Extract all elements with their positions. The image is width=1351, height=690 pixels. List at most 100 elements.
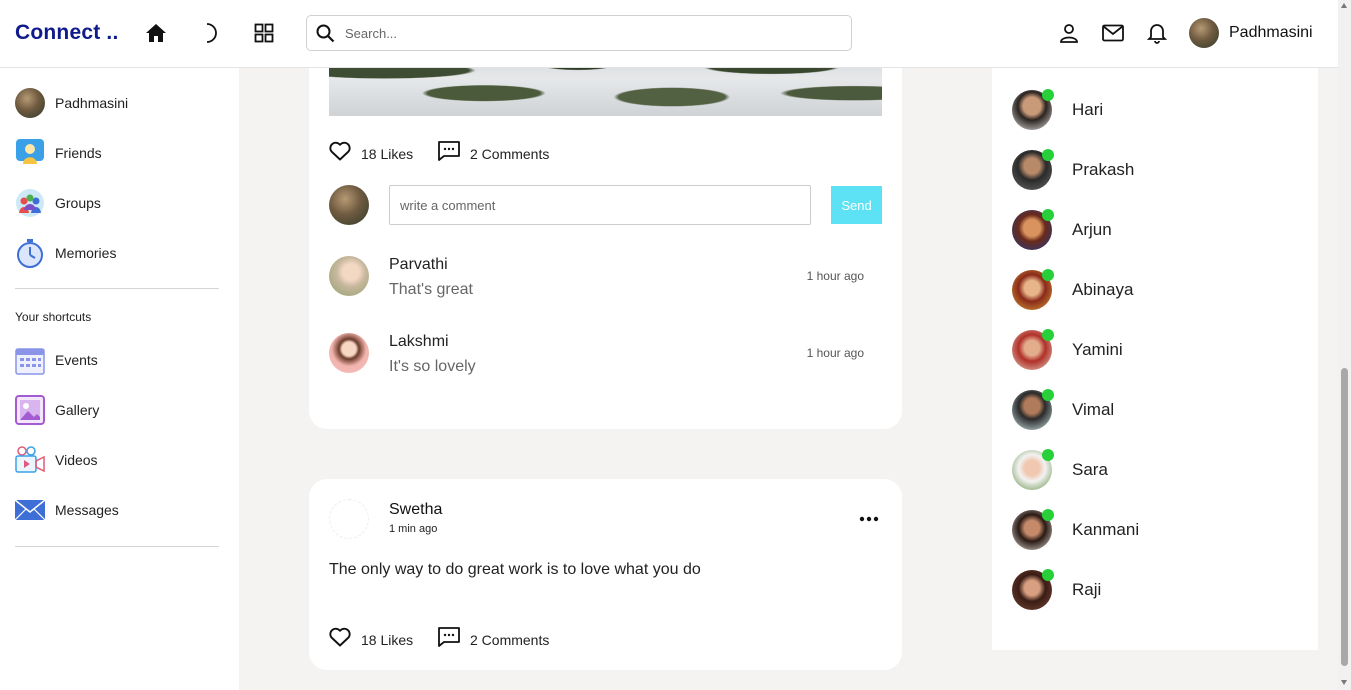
sidebar-item-profile[interactable]: Padhmasini bbox=[15, 88, 128, 118]
sidebar-item-label: Padhmasini bbox=[55, 95, 129, 111]
post-time: 1 min ago bbox=[389, 523, 438, 535]
online-friends-panel: Hari Prakash Arjun Abinaya Yamini Vimal … bbox=[992, 68, 1318, 650]
mail-icon[interactable] bbox=[1101, 21, 1125, 45]
comment-text: That's great bbox=[389, 281, 473, 298]
online-indicator bbox=[1042, 89, 1054, 101]
comment-icon bbox=[438, 141, 460, 166]
stopwatch-icon bbox=[15, 238, 45, 268]
sidebar-item-label: Memories bbox=[55, 245, 117, 261]
friend-name: Sara bbox=[1072, 460, 1108, 479]
avatar bbox=[1189, 18, 1219, 48]
friend-item[interactable]: Sara bbox=[1012, 449, 1108, 490]
online-indicator bbox=[1042, 329, 1054, 341]
search-icon bbox=[316, 24, 335, 48]
friends-icon bbox=[15, 138, 45, 168]
comments-button[interactable]: 2 Comments bbox=[438, 627, 549, 652]
post-card: Swetha 1 min ago The only way to do grea… bbox=[309, 479, 902, 670]
calendar-icon bbox=[15, 345, 45, 375]
friend-name: Prakash bbox=[1072, 160, 1135, 179]
grid-apps-icon[interactable] bbox=[252, 21, 276, 45]
top-navbar: Connect .. Padhmasini bbox=[0, 0, 1338, 68]
groups-icon bbox=[15, 188, 45, 218]
video-icon bbox=[15, 445, 45, 475]
friend-item[interactable]: Yamini bbox=[1012, 329, 1123, 370]
friend-name: Abinaya bbox=[1072, 280, 1134, 299]
sidebar-item-label: Videos bbox=[55, 452, 98, 468]
sidebar-item-label: Events bbox=[55, 352, 98, 368]
friend-item[interactable]: Prakash bbox=[1012, 149, 1135, 190]
scroll-up-arrow-icon[interactable] bbox=[1341, 3, 1347, 8]
friend-item[interactable]: Kanmani bbox=[1012, 509, 1140, 550]
sidebar-item-groups[interactable]: Groups bbox=[15, 188, 101, 218]
like-button[interactable]: 18 Likes bbox=[329, 627, 413, 652]
sidebar-item-friends[interactable]: Friends bbox=[15, 138, 102, 168]
friend-item[interactable]: Hari bbox=[1012, 89, 1103, 130]
home-icon[interactable] bbox=[144, 21, 168, 45]
friend-item[interactable]: Vimal bbox=[1012, 389, 1115, 430]
user-name: Padhmasini bbox=[1229, 24, 1313, 41]
online-indicator bbox=[1042, 149, 1054, 161]
online-indicator bbox=[1042, 269, 1054, 281]
sidebar-item-videos[interactable]: Videos bbox=[15, 445, 98, 475]
likes-count: 18 Likes bbox=[361, 145, 414, 162]
gallery-icon bbox=[15, 395, 45, 425]
avatar bbox=[329, 333, 369, 373]
avatar bbox=[329, 185, 369, 225]
avatar bbox=[329, 256, 369, 296]
profile-icon[interactable] bbox=[1057, 21, 1081, 45]
comment-time: 1 hour ago bbox=[806, 269, 864, 283]
sidebar-item-label: Messages bbox=[55, 502, 119, 518]
online-indicator bbox=[1042, 509, 1054, 521]
post-card: 18 Likes 2 Comments Send Parvathi That's… bbox=[309, 40, 902, 429]
divider bbox=[15, 288, 219, 289]
commenter-name[interactable]: Lakshmi bbox=[389, 333, 449, 351]
online-indicator bbox=[1042, 389, 1054, 401]
comment-text: It's so lovely bbox=[389, 358, 476, 375]
sidebar-item-label: Friends bbox=[55, 145, 102, 161]
comment-icon bbox=[438, 627, 460, 652]
sidebar-item-label: Groups bbox=[55, 195, 101, 211]
friend-item[interactable]: Abinaya bbox=[1012, 269, 1134, 310]
sidebar-item-memories[interactable]: Memories bbox=[15, 238, 116, 268]
like-button[interactable]: 18 Likes bbox=[329, 141, 413, 166]
user-menu[interactable]: Padhmasini bbox=[1189, 18, 1313, 48]
divider bbox=[15, 546, 219, 547]
friend-name: Kanmani bbox=[1072, 520, 1140, 539]
more-options-icon[interactable] bbox=[859, 509, 879, 534]
search-input[interactable] bbox=[345, 16, 845, 50]
friend-name: Raji bbox=[1072, 580, 1102, 599]
commenter-name[interactable]: Parvathi bbox=[389, 256, 448, 274]
likes-count: 18 Likes bbox=[361, 631, 414, 648]
sidebar-item-gallery[interactable]: Gallery bbox=[15, 395, 99, 425]
online-indicator bbox=[1042, 209, 1054, 221]
online-indicator bbox=[1042, 449, 1054, 461]
online-indicator bbox=[1042, 569, 1054, 581]
dark-mode-icon[interactable] bbox=[198, 21, 222, 45]
sidebar-item-messages[interactable]: Messages bbox=[15, 495, 119, 525]
send-button[interactable]: Send bbox=[831, 186, 882, 224]
comments-button[interactable]: 2 Comments bbox=[438, 141, 549, 166]
friend-item[interactable]: Raji bbox=[1012, 569, 1102, 610]
envelope-icon bbox=[15, 495, 45, 525]
friend-name: Yamini bbox=[1072, 340, 1123, 359]
app-logo[interactable]: Connect .. bbox=[15, 21, 119, 45]
post-text: The only way to do great work is to love… bbox=[329, 561, 701, 578]
comment-input[interactable] bbox=[389, 185, 811, 225]
sidebar-item-events[interactable]: Events bbox=[15, 345, 98, 375]
friend-name: Arjun bbox=[1072, 220, 1112, 239]
comment-time: 1 hour ago bbox=[806, 346, 864, 360]
left-sidebar: Padhmasini Friends Groups Memories Your … bbox=[0, 68, 239, 690]
heart-icon bbox=[329, 141, 351, 166]
friend-item[interactable]: Arjun bbox=[1012, 209, 1112, 250]
avatar bbox=[329, 499, 369, 539]
scroll-down-arrow-icon[interactable] bbox=[1341, 680, 1347, 685]
friend-name: Vimal bbox=[1072, 400, 1115, 419]
shortcuts-heading: Your shortcuts bbox=[15, 310, 92, 324]
sidebar-item-label: Gallery bbox=[55, 402, 100, 418]
scrollbar-thumb[interactable] bbox=[1341, 368, 1348, 666]
post-author[interactable]: Swetha bbox=[389, 501, 442, 519]
notification-bell-icon[interactable] bbox=[1145, 21, 1169, 45]
comments-count: 2 Comments bbox=[470, 145, 550, 162]
page-scrollbar[interactable] bbox=[1338, 0, 1351, 690]
comments-count: 2 Comments bbox=[470, 631, 550, 648]
